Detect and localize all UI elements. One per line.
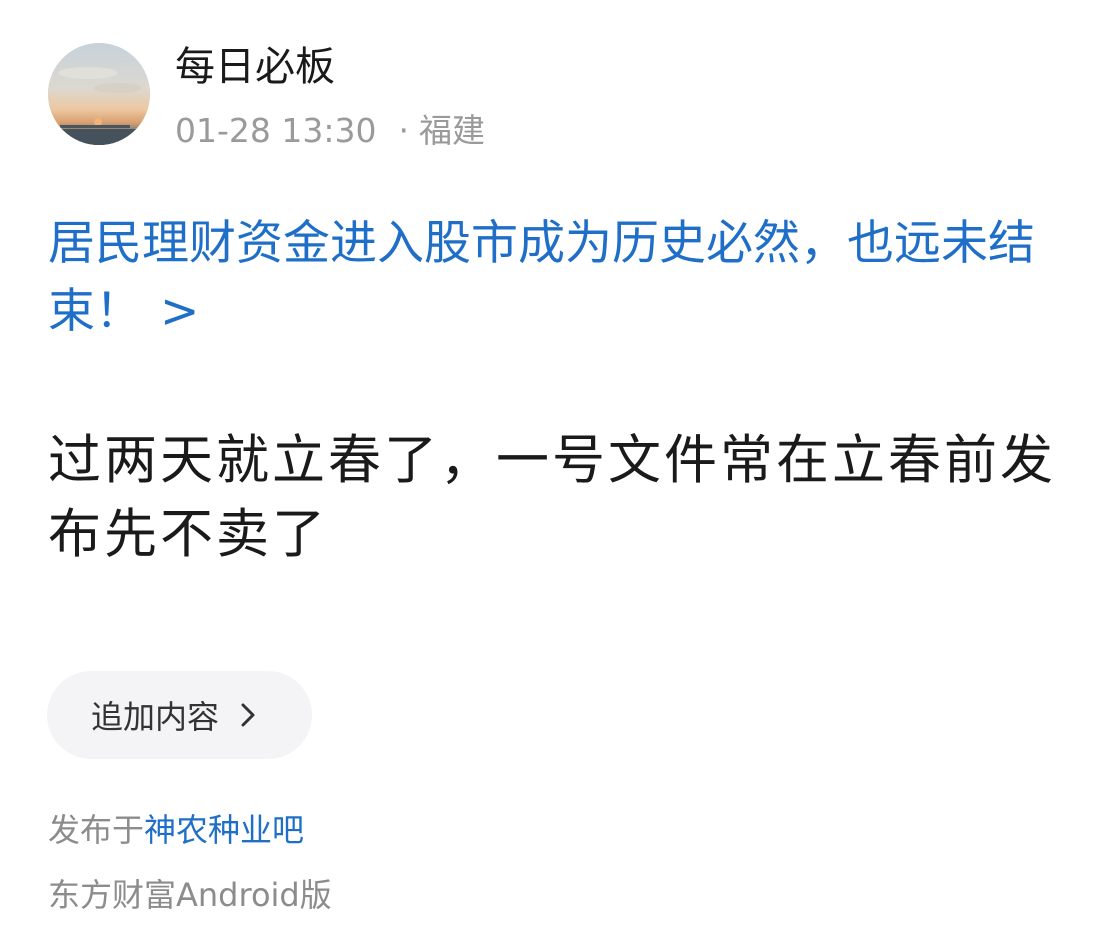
meta-separator: · [398,111,409,150]
bar-link[interactable]: 神农种业吧 [144,811,304,849]
post-meta: 01-28 13:30 · 福建 [175,110,485,152]
post-body: 过两天就立春了，一号文件常在立春前发布先不卖了 [48,430,1056,565]
avatar[interactable] [48,43,150,145]
post-title-link[interactable]: 居民理财资金进入股市成为历史必然，也远未结束！ > [48,210,1063,346]
client-info: 东方财富Android版 [48,876,332,914]
published-prefix: 发布于 [48,811,145,849]
author-name[interactable]: 每日必板 [175,42,335,92]
post-location: 福建 [418,111,485,150]
title-chevron-icon: > [160,284,200,339]
published-in: 发布于神农种业吧 [48,808,304,852]
post-time: 01-28 13:30 [175,111,377,150]
append-content-label: 追加内容 [91,698,220,736]
post-card: 每日必板 01-28 13:30 · 福建 居民理财资金进入股市成为历史必然，也远未… [0,0,1104,935]
append-content-button[interactable]: 追加内容 [47,671,312,759]
chevron-right-icon [241,703,255,727]
sunset-avatar-image [48,43,150,145]
